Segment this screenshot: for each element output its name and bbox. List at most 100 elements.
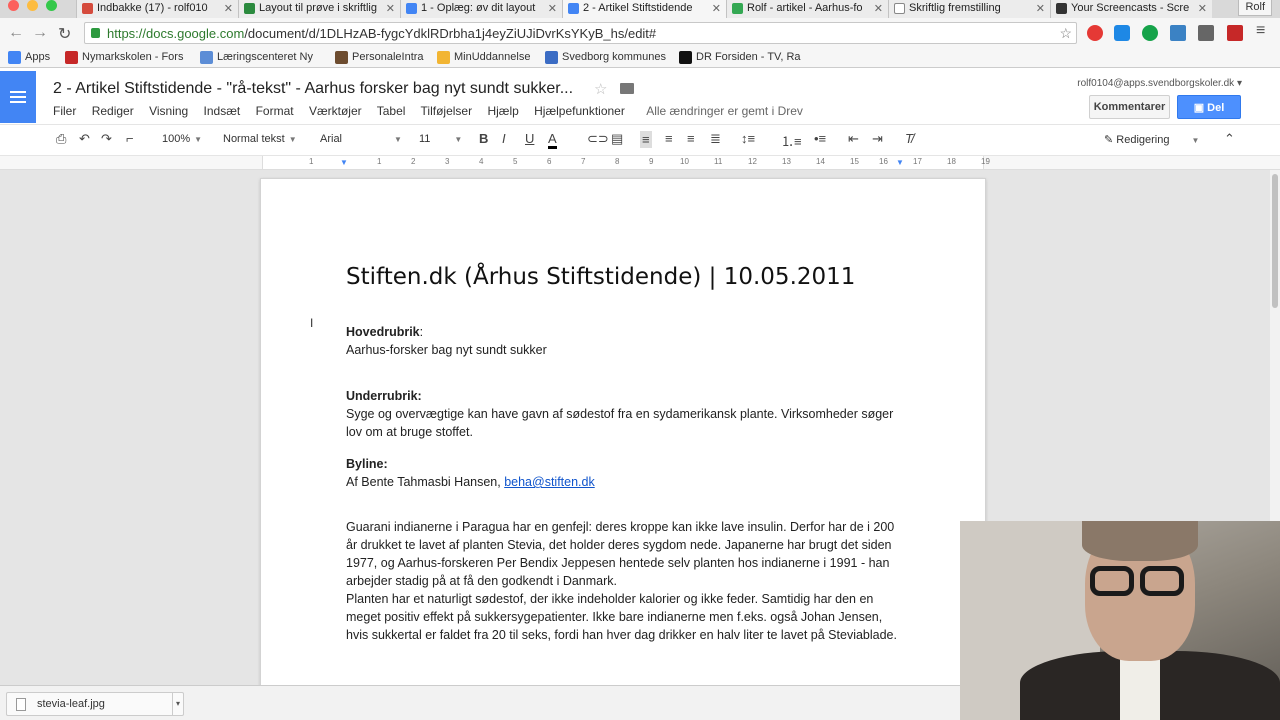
menu-item[interactable]: Tilføjelser <box>421 104 473 118</box>
bold-icon[interactable]: B <box>479 131 488 146</box>
undo-icon[interactable]: ↶ <box>79 131 90 147</box>
window-minimize-button[interactable] <box>27 0 38 11</box>
menu-item[interactable]: Indsæt <box>204 104 241 118</box>
right-indent-marker[interactable]: ▼ <box>896 158 904 167</box>
increase-indent-icon[interactable]: ⇥ <box>872 131 883 147</box>
flag-icon <box>65 51 78 64</box>
menu-item[interactable]: Rediger <box>92 104 134 118</box>
menu-item[interactable]: Tabel <box>377 104 406 118</box>
paint-format-icon[interactable]: ⌐ <box>126 131 134 146</box>
address-bar[interactable]: https://docs.google.com/document/d/1DLHz… <box>84 22 1077 44</box>
link-icon[interactable]: ⊂⊃ <box>587 131 609 147</box>
align-justify-icon[interactable]: ≣ <box>710 131 721 147</box>
text-color-icon[interactable]: A <box>548 131 557 149</box>
grammarly-extension-icon[interactable] <box>1142 25 1158 41</box>
tab-close-icon[interactable]: ✕ <box>874 2 883 15</box>
window-close-button[interactable] <box>8 0 19 11</box>
font-size-select[interactable]: 11 ▼ <box>419 133 462 145</box>
print-icon[interactable]: ⎙ <box>56 131 66 147</box>
browser-tab[interactable]: Rolf - artikel - Aarhus-fo ✕ <box>726 0 888 18</box>
font-select[interactable]: Arial ▼ <box>320 133 402 145</box>
byline-email-link[interactable]: beha@stiften.dk <box>504 475 595 489</box>
folder-icon[interactable] <box>620 83 634 94</box>
bookmark-item[interactable]: Læringscenteret Ny <box>200 51 313 64</box>
comments-button[interactable]: Kommentarer <box>1089 95 1170 119</box>
bookmark-item[interactable]: PersonaleIntra <box>335 51 424 64</box>
download-item[interactable]: stevia-leaf.jpg ▾ <box>6 692 184 716</box>
tab-close-icon[interactable]: ✕ <box>1036 2 1045 15</box>
subheadline-block[interactable]: Underrubrik: Syge og overvægtige kan hav… <box>346 387 906 441</box>
line-spacing-icon[interactable]: ↕≡ <box>741 131 755 146</box>
profile-chip[interactable]: Rolf <box>1238 0 1272 16</box>
bookmark-item[interactable]: Svedborg kommunes <box>545 51 666 64</box>
scrollbar-thumb[interactable] <box>1272 174 1278 308</box>
tab-close-icon[interactable]: ✕ <box>224 2 233 15</box>
save-status[interactable]: Alle ændringer er gemt i Drev <box>646 104 803 118</box>
browser-tab[interactable]: 1 - Oplæg: øv dit layout ✕ <box>400 0 562 18</box>
headline-block[interactable]: Hovedrubrik: Aarhus-forsker bag nyt sund… <box>346 323 906 359</box>
menu-item[interactable]: Hjælpefunktioner <box>534 104 625 118</box>
byline-block[interactable]: Byline: Af Bente Tahmasbi Hansen, beha@s… <box>346 455 906 491</box>
window-zoom-button[interactable] <box>46 0 57 11</box>
webcam-glasses-right <box>1140 566 1184 596</box>
red-extension-icon[interactable] <box>1227 25 1243 41</box>
browser-tab[interactable]: Layout til prøve i skriftlig ✕ <box>238 0 400 18</box>
numbered-list-icon[interactable]: ⒈≡ <box>781 131 802 150</box>
tab-close-icon[interactable]: ✕ <box>712 2 721 15</box>
bookmark-apps[interactable]: Apps <box>8 51 50 64</box>
puzzle-extension-icon[interactable] <box>1198 25 1214 41</box>
tab-close-icon[interactable]: ✕ <box>1198 2 1207 15</box>
collapse-toolbar-icon[interactable]: ⌃ <box>1224 131 1235 147</box>
style-select[interactable]: Normal tekst ▼ <box>223 133 297 145</box>
menu-item[interactable]: Format <box>256 104 294 118</box>
ruler-tick: 2 <box>411 157 416 166</box>
document-page[interactable]: Stiften.dk (Århus Stiftstidende) | 10.05… <box>260 178 986 698</box>
ruler[interactable]: ▼ ▼ 1 1 2 3 4 5 6 7 8 9 10 11 12 13 14 1… <box>0 156 1280 170</box>
decrease-indent-icon[interactable]: ⇤ <box>848 131 859 147</box>
left-indent-marker[interactable]: ▼ <box>340 158 348 167</box>
body-paragraph[interactable]: Guarani indianerne i Paragua har en genf… <box>346 518 906 590</box>
clear-formatting-icon[interactable]: T̸ <box>905 131 913 146</box>
underline-icon[interactable]: U <box>525 131 534 146</box>
bookmark-item[interactable]: DR Forsiden - TV, Ra <box>679 51 801 64</box>
zoom-select[interactable]: 100% ▼ <box>162 133 202 145</box>
document-heading[interactable]: Stiften.dk (Århus Stiftstidende) | 10.05… <box>346 264 855 290</box>
menu-item[interactable]: Visning <box>149 104 188 118</box>
star-icon[interactable]: ☆ <box>594 80 607 98</box>
browser-tab[interactable]: Indbakke (17) - rolf010 ✕ <box>76 0 238 18</box>
back-icon[interactable]: ← <box>8 24 24 42</box>
bookmark-item[interactable]: Nymarkskolen - Fors <box>65 51 183 64</box>
bookmarks-bar: Apps Nymarkskolen - Fors Læringscenteret… <box>0 48 1280 68</box>
menu-item[interactable]: Værktøjer <box>309 104 362 118</box>
opera-extension-icon[interactable] <box>1087 25 1103 41</box>
ruler-tick: 16 <box>879 157 888 166</box>
download-extension-icon[interactable] <box>1114 25 1130 41</box>
comment-icon[interactable]: ▤ <box>611 131 623 147</box>
menu-item[interactable]: Filer <box>53 104 76 118</box>
align-left-icon[interactable]: ≡ <box>640 131 652 148</box>
browser-tab-active[interactable]: 2 - Artikel Stiftstidende ✕ <box>562 0 726 18</box>
italic-icon[interactable]: I <box>502 131 506 146</box>
editing-mode-select[interactable]: ✎ Redigering ▼ <box>1104 133 1199 146</box>
chrome-menu-icon[interactable]: ≡ <box>1256 22 1265 40</box>
browser-tab[interactable]: Skriftlig fremstilling ✕ <box>888 0 1050 18</box>
bird-extension-icon[interactable] <box>1170 25 1186 41</box>
document-title[interactable]: 2 - Artikel Stiftstidende - "rå-tekst" -… <box>53 80 573 98</box>
docs-home-icon[interactable] <box>0 71 36 123</box>
bulleted-list-icon[interactable]: •≡ <box>814 131 826 146</box>
redo-icon[interactable]: ↷ <box>101 131 112 147</box>
reload-icon[interactable]: ↻ <box>58 24 71 44</box>
chevron-down-icon[interactable]: ▾ <box>172 693 183 715</box>
forward-icon[interactable]: → <box>32 24 48 42</box>
menu-item[interactable]: Hjælp <box>487 104 518 118</box>
bookmark-item[interactable]: MinUddannelse <box>437 51 530 64</box>
tab-close-icon[interactable]: ✕ <box>386 2 395 15</box>
align-center-icon[interactable]: ≡ <box>665 131 673 146</box>
tab-close-icon[interactable]: ✕ <box>548 2 557 15</box>
browser-tab[interactable]: Your Screencasts - Scre ✕ <box>1050 0 1212 18</box>
share-button[interactable]: ▣ Del <box>1177 95 1241 119</box>
body-paragraph[interactable]: Planten har et naturligt sødestof, der i… <box>346 590 906 644</box>
align-right-icon[interactable]: ≡ <box>687 131 695 146</box>
account-email[interactable]: rolf0104@apps.svendborgskoler.dk ▾ <box>1077 78 1242 89</box>
bookmark-star-icon[interactable]: ☆ <box>1059 25 1072 42</box>
